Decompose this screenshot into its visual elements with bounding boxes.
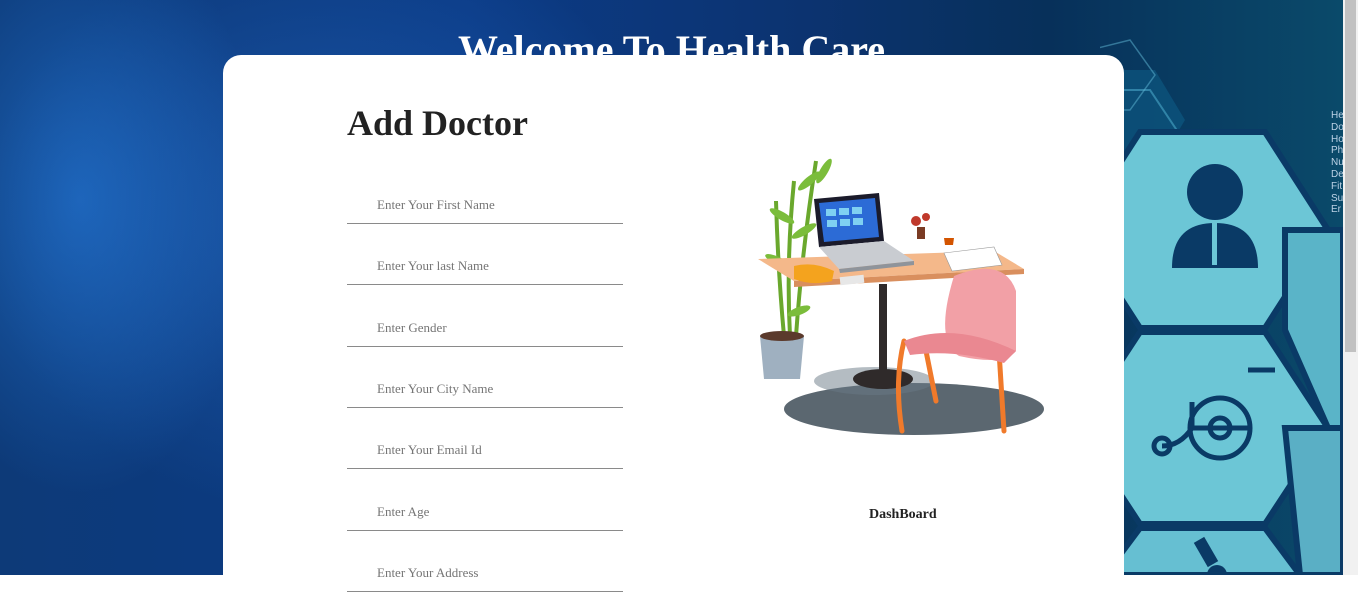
vertical-scrollbar[interactable] (1343, 0, 1358, 575)
scrollbar-thumb[interactable] (1345, 0, 1356, 352)
form-heading: Add Doctor (347, 103, 528, 143)
email-input[interactable] (347, 431, 623, 469)
city-input[interactable] (347, 370, 623, 408)
first-name-input[interactable] (347, 186, 623, 224)
last-name-input[interactable] (347, 247, 623, 285)
age-input[interactable] (347, 493, 623, 531)
desk-laptop-illustration (758, 158, 1044, 435)
add-doctor-card: Add Doctor Enter Your First Name Enter Y… (223, 55, 1124, 595)
address-input[interactable] (347, 554, 623, 592)
gender-input[interactable] (347, 309, 623, 347)
dashboard-label: DashBoard (869, 507, 937, 522)
hexagon-pattern (1100, 39, 1343, 575)
background-side-text: He Do Ho Ph Nu De Fit Su Er (1331, 110, 1343, 216)
